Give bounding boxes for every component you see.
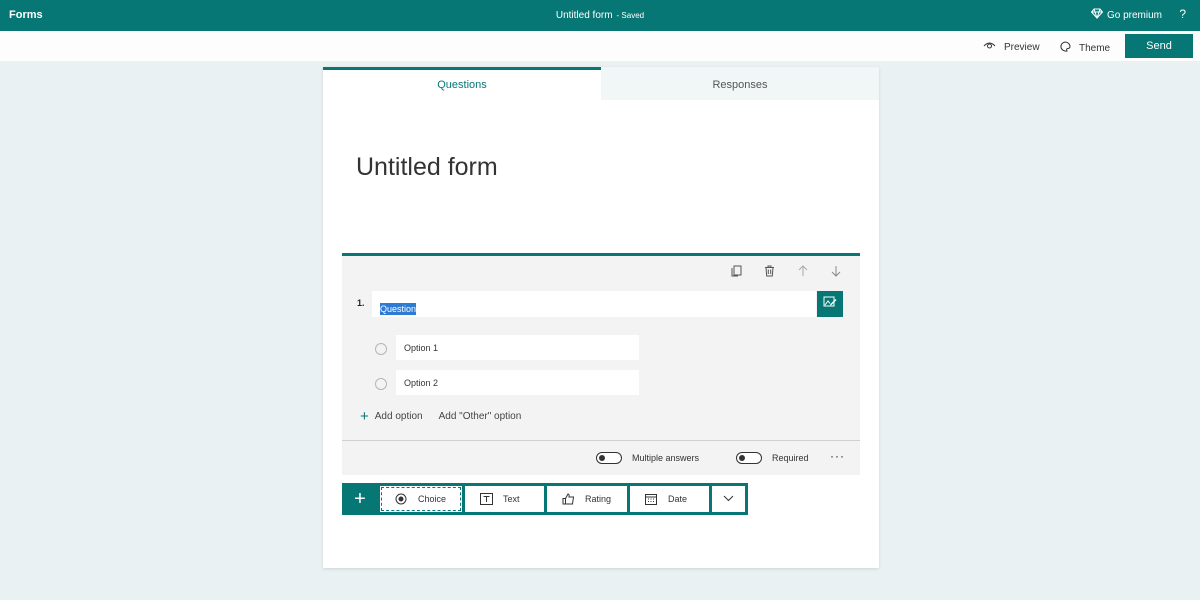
palette-icon — [1059, 41, 1071, 55]
move-up-icon[interactable] — [796, 264, 809, 277]
calendar-icon — [644, 492, 658, 506]
option-input[interactable]: Option 1 — [396, 335, 639, 360]
multiple-answers-toggle[interactable]: Multiple answers — [596, 452, 699, 464]
add-question-button[interactable]: + — [342, 483, 378, 515]
form-title[interactable]: Untitled form — [356, 153, 498, 182]
rating-type-button[interactable]: Rating — [547, 486, 627, 512]
form-card: Questions Responses Untitled form 1. Que… — [323, 67, 879, 568]
diamond-icon — [1090, 8, 1104, 22]
plus-icon: + — [360, 407, 369, 425]
option-radio[interactable] — [375, 378, 387, 390]
text-icon — [479, 492, 493, 506]
add-other-option-button[interactable]: Add "Other" option — [439, 411, 522, 422]
go-premium-label: Go premium — [1106, 9, 1162, 21]
add-option-row: + Add option Add "Other" option — [360, 407, 522, 425]
question-editor: 1. Question Option 1 Option 2 + Add opti… — [342, 253, 860, 475]
question-text-selection: Question — [380, 303, 417, 315]
chevron-down-icon — [723, 494, 734, 504]
required-toggle[interactable]: Required — [736, 452, 809, 464]
question-number: 1. — [357, 298, 365, 308]
toggle-switch[interactable] — [736, 452, 762, 464]
choice-label: Choice — [418, 494, 447, 504]
eye-icon — [983, 41, 996, 53]
image-edit-icon — [823, 295, 837, 313]
date-label: Date — [668, 494, 688, 504]
text-type-button[interactable]: Text — [465, 486, 544, 512]
question-text-input[interactable]: Question — [372, 291, 816, 317]
form-name[interactable]: Untitled form — [556, 10, 613, 21]
option-radio[interactable] — [375, 343, 387, 355]
preview-label: Preview — [1004, 41, 1040, 53]
move-down-icon[interactable] — [829, 264, 842, 277]
option-input[interactable]: Option 2 — [396, 370, 639, 395]
more-question-types-button[interactable] — [712, 486, 745, 512]
toggle-switch[interactable] — [596, 452, 622, 464]
theme-label: Theme — [1079, 42, 1111, 54]
date-type-button[interactable]: Date — [630, 486, 709, 512]
text-label: Text — [503, 494, 520, 504]
top-bar: Forms Untitled form - Saved Go premium ? — [0, 0, 1200, 31]
more-options-icon[interactable]: ··· — [830, 449, 845, 463]
choice-type-button[interactable]: Choice — [380, 486, 462, 512]
tab-questions[interactable]: Questions — [323, 67, 601, 100]
document-title: Untitled form - Saved — [0, 10, 1200, 21]
thumbs-up-icon — [561, 492, 575, 506]
saved-status: - Saved — [616, 11, 645, 20]
required-label: Required — [772, 453, 809, 463]
theme-button[interactable]: Theme — [1059, 41, 1110, 55]
send-button[interactable]: Send — [1125, 34, 1193, 58]
question-footer: Multiple answers Required ··· — [342, 440, 860, 475]
copy-icon[interactable] — [730, 264, 743, 277]
go-premium-button[interactable]: Go premium — [1090, 8, 1162, 22]
tab-responses[interactable]: Responses — [601, 67, 879, 100]
add-option-button[interactable]: Add option — [375, 411, 423, 422]
radio-icon — [394, 492, 408, 506]
add-question-bar: + Choice Text Rating Date — [342, 483, 748, 515]
multiple-answers-label: Multiple answers — [632, 453, 700, 463]
preview-button[interactable]: Preview — [983, 41, 1040, 53]
help-button[interactable]: ? — [1179, 7, 1186, 21]
question-actions — [730, 264, 842, 277]
delete-icon[interactable] — [763, 264, 776, 277]
insert-media-button[interactable] — [817, 291, 843, 317]
command-bar: Preview Theme Send — [0, 31, 1200, 61]
rating-label: Rating — [585, 494, 612, 504]
